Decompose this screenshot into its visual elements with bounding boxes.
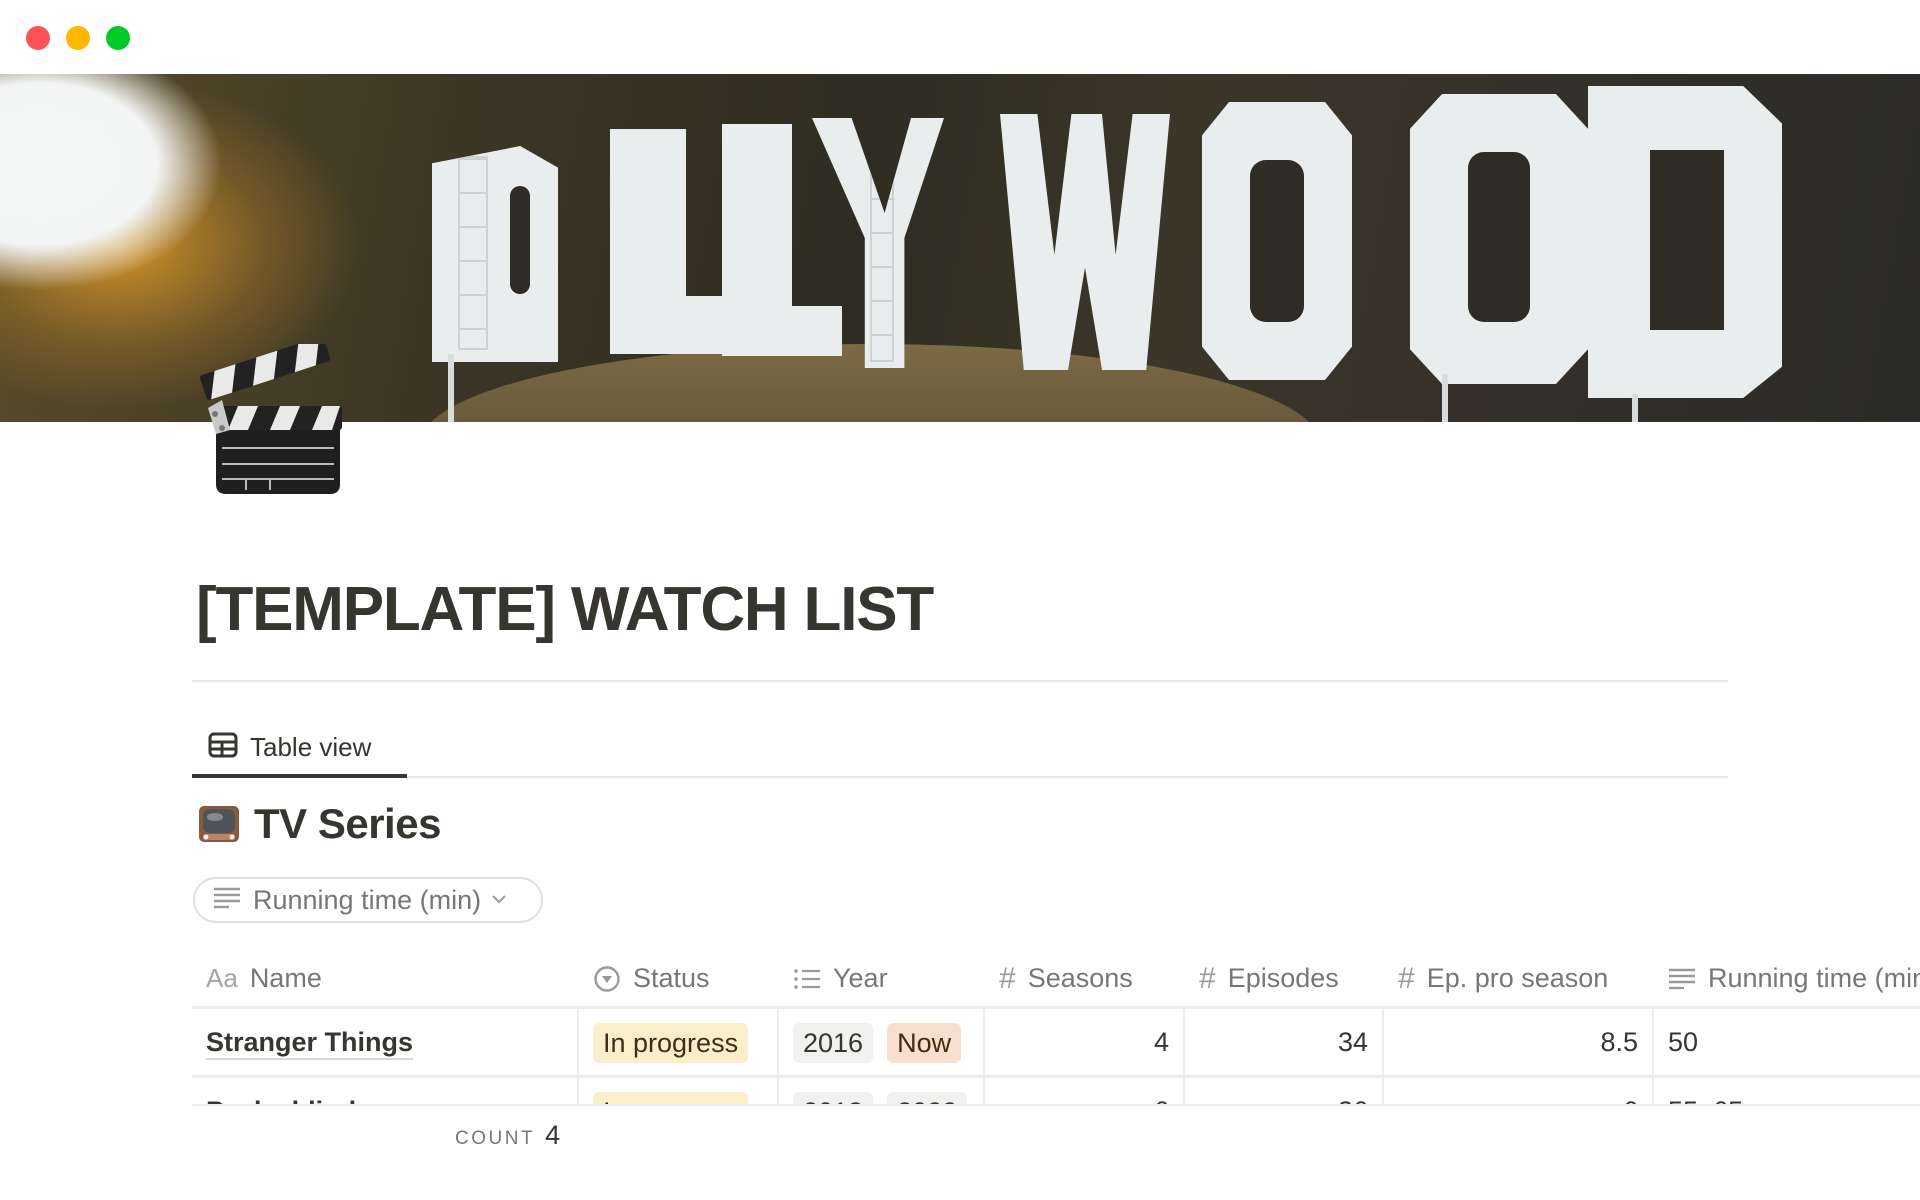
tabs-baseline xyxy=(192,776,1728,778)
cell-seasons[interactable]: 6 xyxy=(985,1078,1185,1106)
multi-select-icon xyxy=(793,967,821,991)
active-tab-indicator xyxy=(192,774,407,778)
zoom-window-button[interactable] xyxy=(106,26,130,50)
database-title-text[interactable]: TV Series xyxy=(254,800,441,848)
cell-episodes[interactable]: 36 xyxy=(1185,1078,1384,1106)
sign-support xyxy=(1442,374,1448,422)
sign-letter xyxy=(1588,86,1782,398)
column-header-year[interactable]: Year xyxy=(779,950,985,1007)
table-bottom-border xyxy=(192,1104,1920,1106)
sign-letter xyxy=(1202,102,1352,380)
column-header-episodes[interactable]: # Episodes xyxy=(1185,950,1384,1007)
cell-name[interactable]: Peaky blinders xyxy=(192,1078,579,1106)
cell-status[interactable]: In progress xyxy=(579,1009,779,1076)
cell-year[interactable]: 2013 2022 xyxy=(779,1078,985,1106)
television-icon xyxy=(198,803,240,845)
count-label: COUNT xyxy=(455,1128,536,1149)
chevron-down-icon xyxy=(491,891,507,909)
tab-table-view[interactable]: Table view xyxy=(192,716,407,778)
database-title: TV Series xyxy=(198,800,441,848)
minimize-window-button[interactable] xyxy=(66,26,90,50)
year-tag: 2016 xyxy=(793,1022,874,1063)
cell-running-time[interactable]: 55–65 xyxy=(1654,1078,1920,1106)
cell-seasons[interactable]: 4 xyxy=(985,1009,1185,1076)
table-row[interactable]: Peaky blinders In progress 2013 2022 6 3… xyxy=(192,1078,1920,1106)
sign-letter xyxy=(1410,94,1588,384)
column-header-ep-pro-season[interactable]: # Ep. pro season xyxy=(1384,950,1654,1007)
running-time-property-button[interactable]: Running time (min) xyxy=(193,877,543,923)
column-header-running-time[interactable]: Running time (min) xyxy=(1654,950,1920,1007)
status-icon xyxy=(593,965,621,993)
table-icon xyxy=(208,732,238,763)
cell-ep-pro-season[interactable]: 6 xyxy=(1384,1078,1654,1106)
text-lines-icon xyxy=(213,886,241,915)
sign-letter xyxy=(610,296,740,354)
tv-series-table: Aa Name Status Year # Seasons # Episodes… xyxy=(192,950,1920,1106)
clapperboard-icon[interactable] xyxy=(198,336,350,496)
sign-support xyxy=(448,354,454,422)
column-header-seasons[interactable]: # Seasons xyxy=(985,950,1185,1007)
sign-letter xyxy=(1000,114,1170,370)
tab-label: Table view xyxy=(250,731,372,762)
count-value: 4 xyxy=(545,1120,561,1150)
cell-ep-pro-season[interactable]: 8.5 xyxy=(1384,1009,1654,1076)
view-tabs: Table view xyxy=(192,716,1728,778)
table-footer-count[interactable]: COUNT 4 xyxy=(455,1120,560,1151)
title-property-icon: Aa xyxy=(206,963,238,993)
cell-name[interactable]: Stranger Things xyxy=(192,1009,579,1076)
column-header-status[interactable]: Status xyxy=(579,950,779,1007)
cell-year[interactable]: 2016 Now xyxy=(779,1009,985,1076)
year-tag: Now xyxy=(887,1022,962,1063)
number-icon: # xyxy=(999,961,1016,995)
page-title[interactable]: [TEMPLATE] WATCH LIST xyxy=(196,572,934,648)
table-row[interactable]: Stranger Things In progress 2016 Now 4 3… xyxy=(192,1009,1920,1076)
table-header: Aa Name Status Year # Seasons # Episodes… xyxy=(192,950,1920,1007)
sign-letter xyxy=(722,306,842,356)
property-pill-label: Running time (min) xyxy=(253,884,482,915)
sign-letter xyxy=(432,146,558,362)
close-window-button[interactable] xyxy=(26,26,50,50)
text-lines-icon xyxy=(1668,967,1696,991)
number-icon: # xyxy=(1199,961,1216,995)
sign-support xyxy=(1632,394,1638,422)
cell-episodes[interactable]: 34 xyxy=(1185,1009,1384,1076)
title-divider xyxy=(192,680,1728,682)
status-badge: In progress xyxy=(593,1022,749,1063)
row-title[interactable]: Stranger Things xyxy=(206,1026,414,1060)
cell-status[interactable]: In progress xyxy=(579,1078,779,1106)
column-header-name[interactable]: Aa Name xyxy=(192,950,579,1007)
number-icon: # xyxy=(1398,961,1415,995)
window-titlebar xyxy=(0,0,1920,74)
cell-running-time[interactable]: 50 xyxy=(1654,1009,1920,1076)
